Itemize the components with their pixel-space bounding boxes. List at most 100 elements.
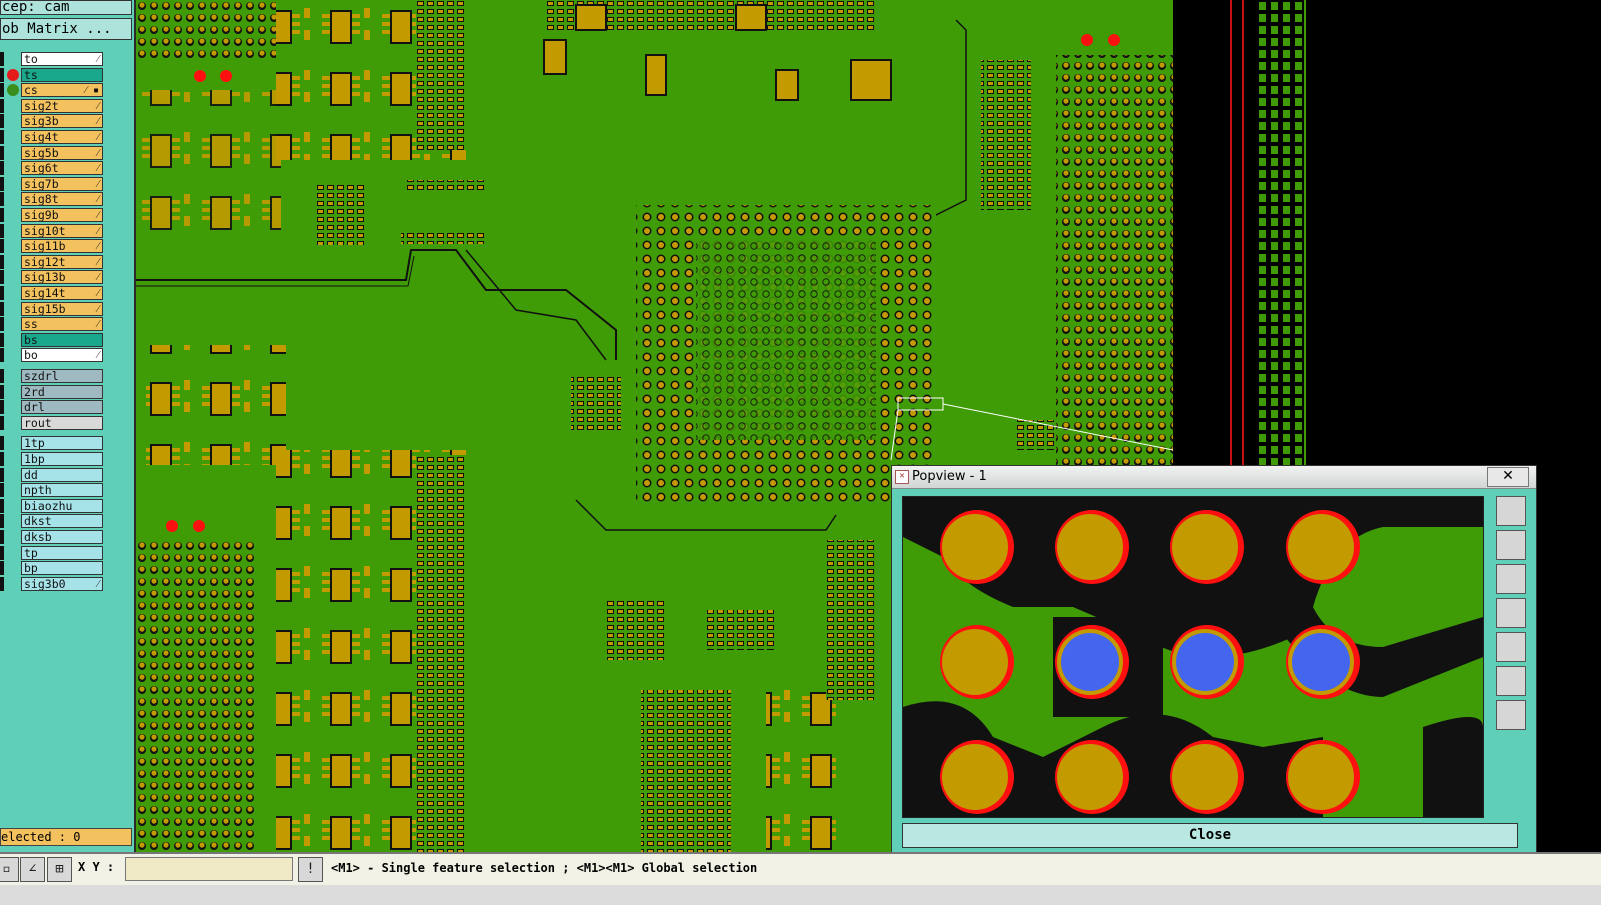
layer-checkbox[interactable] [0, 161, 4, 176]
layer-checkbox[interactable] [0, 415, 4, 430]
layer-checkbox[interactable] [0, 239, 4, 254]
popview-window-icon: ✕ [895, 470, 909, 484]
layer-checkbox[interactable] [0, 514, 4, 529]
layer-checkbox[interactable] [0, 467, 4, 482]
popview-pan-left-icon[interactable] [1496, 598, 1526, 628]
layer-edit-mark-icon: ⁄ [97, 147, 99, 159]
layer-row-to[interactable]: to ⁄ [0, 52, 105, 66]
layer-checkbox[interactable] [0, 254, 4, 269]
via [1292, 633, 1350, 691]
layer-checkbox[interactable] [0, 286, 4, 300]
layer-row-sig7b[interactable]: sig7b ⁄ [0, 176, 105, 191]
layer-checkbox[interactable] [0, 576, 4, 591]
layer-row-sig4t[interactable]: sig4t ⁄ [0, 130, 105, 144]
popview-link-icon[interactable] [1496, 496, 1526, 526]
layer-checkbox[interactable] [0, 52, 4, 66]
layer-checkbox[interactable] [0, 530, 4, 544]
layer-name: sig5b ⁄ [21, 145, 103, 160]
layer-row-tp[interactable]: tp [0, 545, 105, 560]
layer-checkbox[interactable] [0, 270, 4, 285]
popview-close-button[interactable]: Close [902, 823, 1518, 848]
layer-row-bs[interactable]: bs [0, 332, 105, 347]
layer-row-sig6t[interactable]: sig6t ⁄ [0, 161, 105, 176]
layer-edit-mark-icon: ⁄ [97, 288, 99, 299]
pad [1057, 744, 1123, 810]
layer-row-1bp[interactable]: 1bp [0, 452, 105, 466]
layer-checkbox[interactable] [0, 561, 4, 576]
alert-icon[interactable]: ! [298, 857, 323, 882]
layer-checkbox[interactable] [0, 176, 4, 191]
layer-checkbox[interactable] [0, 83, 4, 98]
layer-checkbox[interactable] [0, 145, 4, 160]
layer-row-sig3b[interactable]: sig3b ⁄ [0, 114, 105, 129]
layer-row-dksb[interactable]: dksb [0, 530, 105, 544]
layer-row-sig3b0[interactable]: sig3b0 ⁄ [0, 576, 105, 591]
layer-row-sig11b[interactable]: sig11b ⁄ [0, 239, 105, 254]
layer-row-bp[interactable]: bp [0, 561, 105, 576]
layer-edit-mark-icon: ⁄ [97, 194, 99, 206]
measure-icon[interactable]: ∠ [20, 857, 45, 882]
layer-checkbox[interactable] [0, 452, 4, 466]
popview-zoom-view[interactable] [902, 496, 1484, 818]
popview-fit-icon[interactable] [1496, 666, 1526, 696]
layer-row-rout[interactable]: rout [0, 415, 105, 430]
layer-checkbox[interactable] [0, 400, 4, 415]
layer-name: dkst [21, 514, 103, 529]
layer-row-szdrl[interactable]: szdrl [0, 369, 105, 383]
layer-checkbox[interactable] [0, 384, 4, 399]
layer-row-sig15b[interactable]: sig15b ⁄ [0, 301, 105, 316]
snap-icon[interactable]: ▫ [0, 857, 19, 882]
layer-checkbox[interactable] [0, 332, 4, 347]
layer-row-sig14t[interactable]: sig14t ⁄ [0, 286, 105, 300]
layer-row-sig5b[interactable]: sig5b ⁄ [0, 145, 105, 160]
layer-checkbox[interactable] [0, 192, 4, 207]
layer-row-cs[interactable]: cs ⁄ ▪ [0, 83, 105, 98]
layer-checkbox[interactable] [0, 114, 4, 129]
xy-coordinate-input[interactable] [125, 857, 293, 881]
layer-row-sig2t[interactable]: sig2t ⁄ [0, 98, 105, 113]
layer-row-npth[interactable]: npth [0, 483, 105, 498]
popview-zoom-out-icon[interactable] [1496, 564, 1526, 594]
layer-checkbox[interactable] [0, 436, 4, 451]
layer-checkbox[interactable] [0, 130, 4, 144]
layer-checkbox[interactable] [0, 483, 4, 498]
layer-row-sig12t[interactable]: sig12t ⁄ [0, 254, 105, 269]
layer-row-dd[interactable]: dd [0, 467, 105, 482]
grid-icon[interactable]: ⊞ [47, 857, 72, 882]
layer-checkbox[interactable] [0, 369, 4, 383]
layer-edit-mark-icon: ⁄ [97, 54, 99, 65]
layer-row-sig13b[interactable]: sig13b ⁄ [0, 270, 105, 285]
layer-row-dkst[interactable]: dkst [0, 514, 105, 529]
layer-name: dd [21, 467, 103, 482]
layer-row-drl[interactable]: drl [0, 400, 105, 415]
layer-checkbox[interactable] [0, 498, 4, 513]
popview-artwork [903, 497, 1483, 817]
layer-checkbox[interactable] [0, 545, 4, 560]
layer-checkbox[interactable] [0, 317, 4, 332]
layer-row-sig8t[interactable]: sig8t ⁄ [0, 192, 105, 207]
layer-edit-mark-icon: ⁄ ▪ [85, 85, 99, 97]
popview-zoom-in-icon[interactable] [1496, 530, 1526, 560]
layer-checkbox[interactable] [0, 208, 4, 222]
layer-row-sig10t[interactable]: sig10t ⁄ [0, 223, 105, 238]
layer-row-ts[interactable]: ts [0, 67, 105, 82]
selected-count: elected : 0 [0, 828, 132, 846]
popview-center-icon[interactable] [1496, 700, 1526, 730]
popview-pan-right-icon[interactable] [1496, 632, 1526, 662]
layer-row-bo[interactable]: bo ⁄ [0, 348, 105, 363]
layer-row-2rd[interactable]: 2rd [0, 384, 105, 399]
layer-checkbox[interactable] [0, 348, 4, 363]
layer-name: bo ⁄ [21, 348, 103, 363]
layer-row-1tp[interactable]: 1tp [0, 436, 105, 451]
layer-checkbox[interactable] [0, 223, 4, 238]
layer-row-biaozhu[interactable]: biaozhu [0, 498, 105, 513]
layer-checkbox[interactable] [0, 301, 4, 316]
popview-titlebar[interactable]: ✕ Popview - 1 ✕ [892, 466, 1536, 489]
layer-edit-mark-icon: ⁄ [97, 163, 99, 175]
layer-row-sig9b[interactable]: sig9b ⁄ [0, 208, 105, 222]
layer-row-ss[interactable]: ss ⁄ [0, 317, 105, 332]
layer-checkbox[interactable] [0, 67, 4, 82]
job-matrix-button[interactable]: ob Matrix ... [0, 18, 132, 40]
layer-checkbox[interactable] [0, 98, 4, 113]
popview-close-x-button[interactable]: ✕ [1487, 467, 1529, 487]
